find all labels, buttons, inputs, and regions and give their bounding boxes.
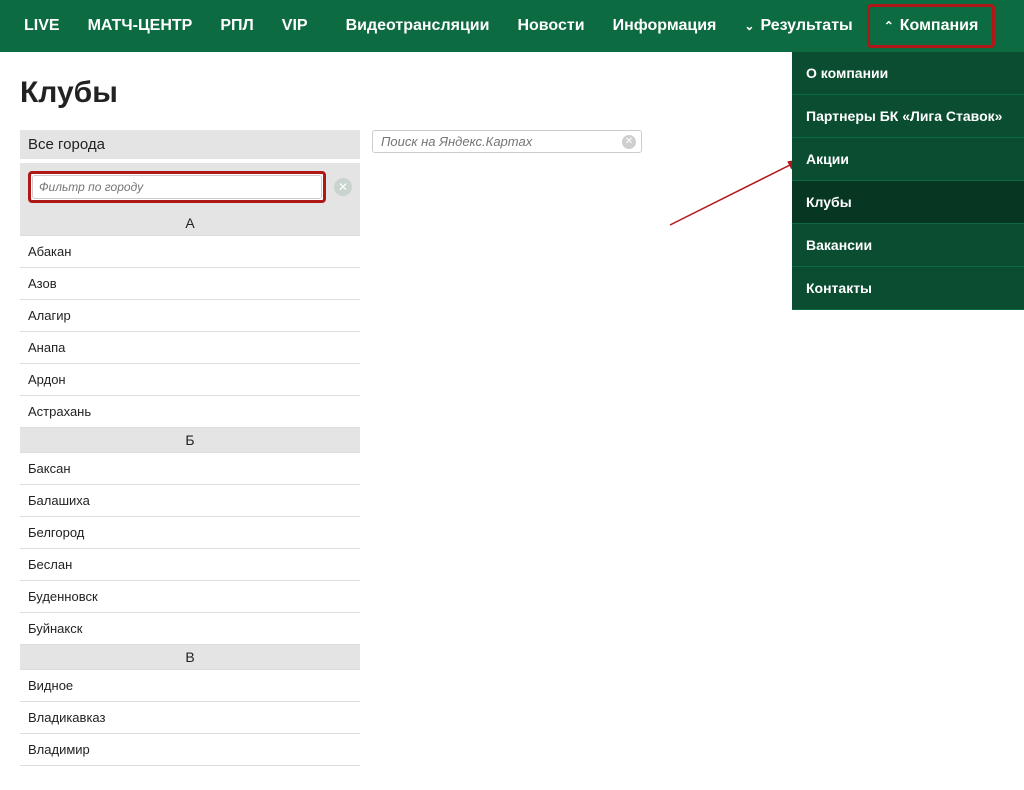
city-item[interactable]: Ардон (20, 364, 360, 396)
map-clear-icon[interactable]: ✕ (622, 135, 636, 149)
all-cities-header[interactable]: Все города (20, 130, 360, 159)
dropdown-contacts[interactable]: Контакты (792, 267, 1024, 310)
letter-header: В (20, 645, 360, 670)
top-navigation: LIVE МАТЧ-ЦЕНТР РПЛ VIP Видеотрансляции … (0, 0, 1024, 52)
nav-video[interactable]: Видеотрансляции (332, 0, 504, 52)
dropdown-jobs[interactable]: Вакансии (792, 224, 1024, 267)
company-dropdown: О компании Партнеры БК «Лига Ставок» Акц… (792, 52, 1024, 310)
city-item[interactable]: Буйнакск (20, 613, 360, 645)
clear-filter-icon[interactable]: ✕ (334, 178, 352, 196)
letter-header: Б (20, 428, 360, 453)
nav-company[interactable]: ⌃ Компания (867, 4, 996, 48)
dropdown-about[interactable]: О компании (792, 52, 1024, 95)
city-item[interactable]: Видное (20, 670, 360, 702)
city-item[interactable]: Астрахань (20, 396, 360, 428)
dropdown-partners[interactable]: Партнеры БК «Лига Ставок» (792, 95, 1024, 138)
city-filter-row: ✕ (20, 163, 360, 211)
city-filter-input[interactable] (32, 175, 322, 199)
letter-header: А (20, 211, 360, 236)
nav-vip[interactable]: VIP (268, 0, 322, 52)
dropdown-clubs[interactable]: Клубы (792, 181, 1024, 224)
city-item[interactable]: Белгород (20, 517, 360, 549)
nav-info[interactable]: Информация (599, 0, 731, 52)
city-item[interactable]: Беслан (20, 549, 360, 581)
nav-news[interactable]: Новости (503, 0, 598, 52)
city-item[interactable]: Алагир (20, 300, 360, 332)
nav-match-center[interactable]: МАТЧ-ЦЕНТР (74, 0, 207, 52)
city-filter-highlight (28, 171, 326, 203)
city-item[interactable]: Балашиха (20, 485, 360, 517)
city-item[interactable]: Буденновск (20, 581, 360, 613)
chevron-down-icon: ⌄ (744, 19, 754, 33)
nav-live[interactable]: LIVE (10, 0, 74, 52)
city-item[interactable]: Владикавказ (20, 702, 360, 734)
dropdown-promos[interactable]: Акции (792, 138, 1024, 181)
city-item[interactable]: Баксан (20, 453, 360, 485)
city-item[interactable]: Владимир (20, 734, 360, 766)
city-panel: Все города ✕ ААбаканАзовАлагирАнапаАрдон… (20, 130, 360, 766)
nav-rpl[interactable]: РПЛ (206, 0, 267, 52)
city-item[interactable]: Азов (20, 268, 360, 300)
map-search-input[interactable] (372, 130, 642, 153)
nav-results[interactable]: ⌄ Результаты (730, 0, 866, 52)
city-item[interactable]: Абакан (20, 236, 360, 268)
city-item[interactable]: Анапа (20, 332, 360, 364)
chevron-up-icon: ⌃ (884, 19, 894, 33)
